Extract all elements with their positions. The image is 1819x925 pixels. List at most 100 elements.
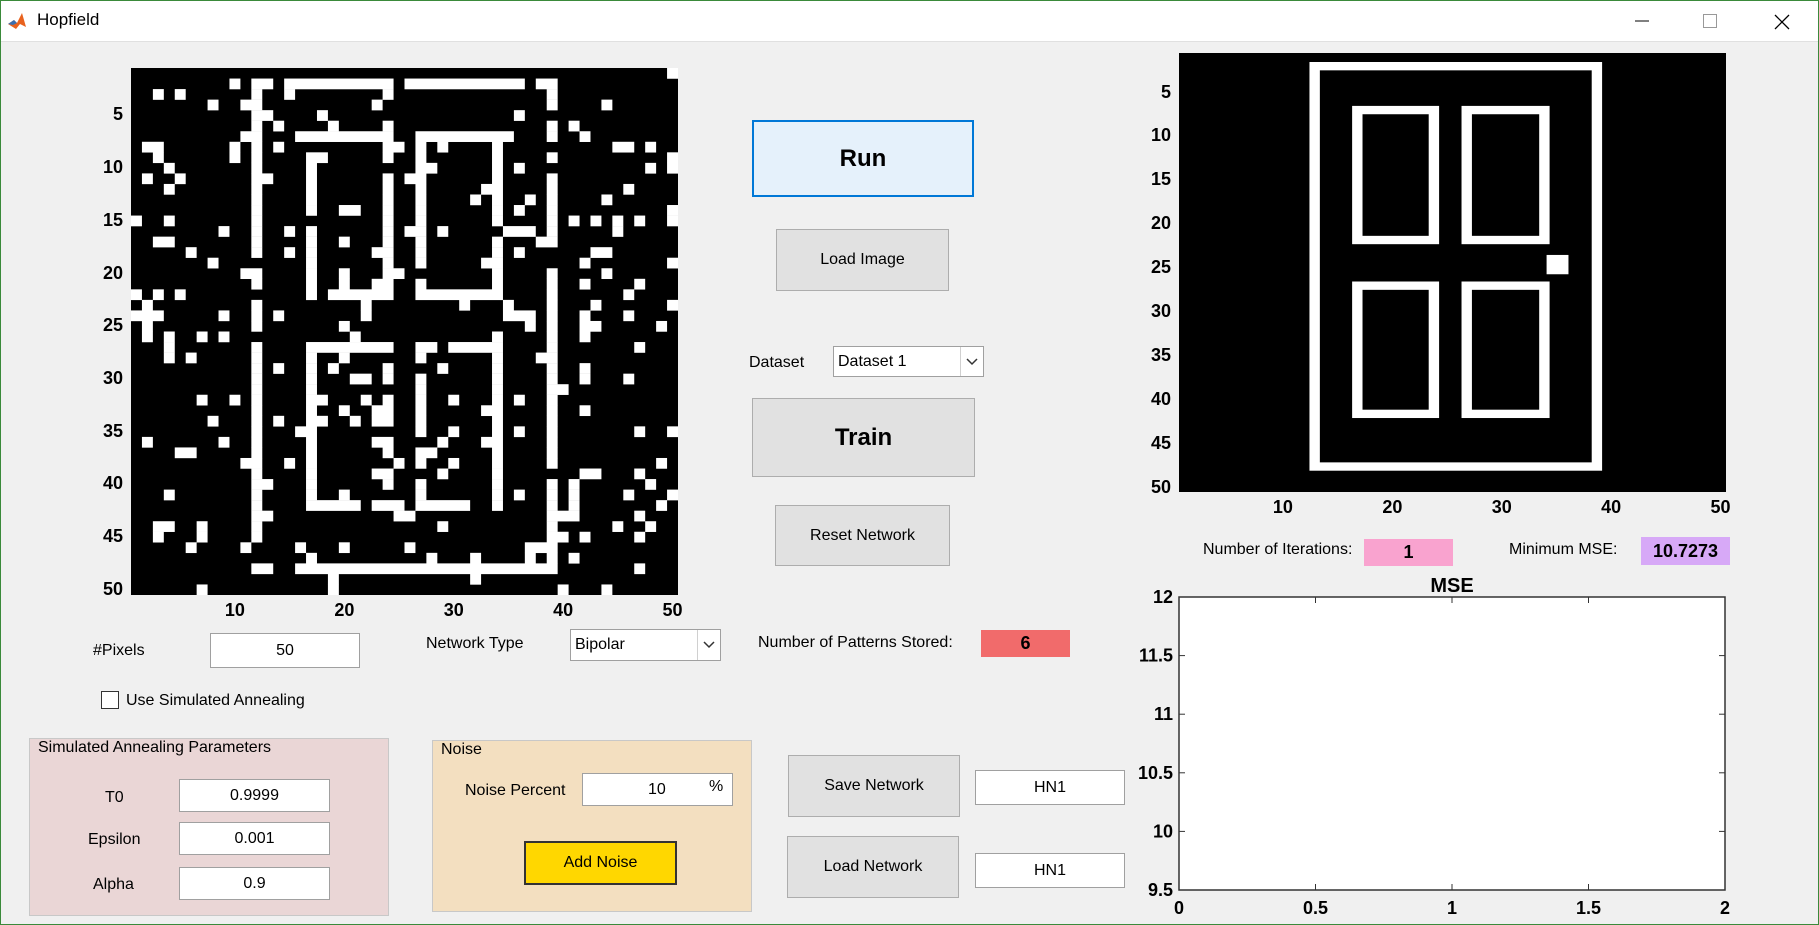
noise-pixel-run (634, 563, 646, 575)
dataset-select[interactable]: Dataset 1 (833, 346, 984, 377)
noise-pixel-run (306, 415, 328, 427)
t0-field[interactable]: 0.9999 (179, 779, 330, 812)
noise-pixel-run (306, 342, 394, 353)
noise-pixel-run (568, 552, 580, 564)
noise-pixel-run (415, 247, 427, 258)
noise-pixel-run (251, 247, 263, 258)
noise-pixel-run (251, 194, 263, 206)
noise-pixel-run (546, 394, 558, 406)
noise-pixel-run (415, 289, 503, 301)
noise-pixel-run (579, 531, 591, 543)
noise-pixel-run (590, 247, 613, 258)
noise-pixel-run (273, 363, 285, 374)
simulated-annealing-checkbox[interactable] (101, 691, 119, 709)
noise-pixel-run (612, 215, 624, 227)
noise-pixel-run (546, 531, 569, 543)
noise-pixel-run (492, 394, 503, 406)
add-noise-button[interactable]: Add Noise (524, 841, 677, 885)
noise-pixel-run (415, 162, 438, 174)
noise-pixel-run (470, 573, 482, 585)
noise-pixel-run (492, 173, 503, 185)
noise-pixel-run (590, 299, 602, 311)
pixels-field[interactable]: 50 (210, 633, 360, 668)
noise-pixel-run (656, 320, 668, 332)
y-tick-label: 9.5 (1148, 880, 1173, 900)
noise-pixel-run (546, 552, 558, 564)
noise-pixel-run (634, 215, 646, 227)
noise-pixel-run (546, 89, 558, 100)
noise-pixel-run (163, 183, 175, 195)
y-tick-label: 10 (1150, 125, 1171, 146)
alpha-field[interactable]: 0.9 (179, 867, 330, 900)
noise-pixel-run (382, 373, 394, 385)
noise-pixel-run (251, 500, 263, 511)
y-tick-label: 5 (1160, 81, 1171, 102)
close-icon (1774, 14, 1790, 30)
y-tick-label: 30 (102, 367, 123, 388)
noise-pixel-run (371, 500, 405, 511)
noise-pixel-run (218, 331, 230, 343)
noise-pixel-run (152, 521, 175, 532)
noise-percent-field[interactable]: 10 % (582, 773, 733, 806)
noise-pixel-run (273, 415, 285, 427)
save-network-button[interactable]: Save Network (788, 755, 960, 817)
load-image-button[interactable]: Load Image (776, 229, 949, 291)
noise-pixel-run (306, 278, 317, 290)
network-type-select-value: Bipolar (575, 636, 625, 653)
y-tick-label: 40 (102, 473, 123, 494)
run-button[interactable]: Run (752, 120, 974, 197)
save-network-name-field[interactable]: HN1 (975, 770, 1125, 805)
noise-pixel-run (546, 299, 558, 311)
noise-pixel-run (667, 426, 678, 438)
load-network-name-field[interactable]: HN1 (975, 853, 1125, 888)
noise-pixel-run (492, 447, 503, 459)
noise-pixel-run (568, 489, 580, 501)
noise-pixel-run (163, 489, 175, 501)
y-tick-label: 50 (1150, 476, 1171, 497)
noise-pixel-run (579, 278, 591, 290)
train-button[interactable]: Train (752, 398, 975, 477)
noise-pixel-run (492, 247, 503, 258)
noise-pixel-run (667, 489, 678, 501)
noise-pixel-run (524, 542, 558, 554)
noise-pixel-run (481, 436, 503, 448)
load-network-button[interactable]: Load Network (787, 836, 959, 898)
close-button[interactable] (1752, 1, 1810, 41)
reset-network-button[interactable]: Reset Network (775, 505, 950, 566)
noise-pixel-run (338, 278, 350, 290)
network-type-select[interactable]: Bipolar (570, 629, 721, 661)
x-tick-label: 20 (1382, 497, 1403, 517)
maximize-button[interactable] (1681, 1, 1739, 41)
noise-pixel-run (579, 320, 602, 332)
noise-pixel-run (492, 205, 503, 216)
noise-pixel-run (634, 510, 646, 522)
noise-pixel-run (306, 394, 328, 406)
noise-pixel-run (382, 394, 394, 406)
noise-pixel-run (546, 521, 558, 532)
noise-pixel-run (415, 405, 427, 417)
noise-pixel-run (141, 320, 153, 332)
noise-pixel-run (306, 194, 317, 206)
noise-pixel-run (546, 479, 558, 490)
noise-pixel-run (382, 183, 394, 195)
minimize-button[interactable] (1613, 1, 1671, 41)
noise-pixel-run (196, 531, 208, 543)
noise-pixel-run (546, 489, 558, 501)
epsilon-field[interactable]: 0.001 (179, 822, 330, 855)
noise-pixel-run (251, 394, 263, 406)
noise-pixel-run (513, 489, 525, 501)
noise-pixel-run (645, 162, 657, 174)
y-tick-label: 50 (102, 578, 123, 599)
noise-pixel-run (251, 436, 263, 448)
title-bar: Hopfield (1, 1, 1818, 42)
noise-pixel-run (382, 236, 394, 248)
noise-pixel-run (415, 215, 427, 227)
noise-pixel-run (437, 363, 449, 374)
noise-pixel-run (492, 457, 503, 469)
y-tick-label: 40 (1150, 388, 1171, 409)
noise-pixel-run (349, 331, 361, 343)
noise-pixel-run (546, 278, 558, 290)
noise-pixel-run (251, 320, 263, 332)
dataset-label: Dataset (749, 354, 805, 371)
noise-pixel-run (251, 521, 263, 532)
